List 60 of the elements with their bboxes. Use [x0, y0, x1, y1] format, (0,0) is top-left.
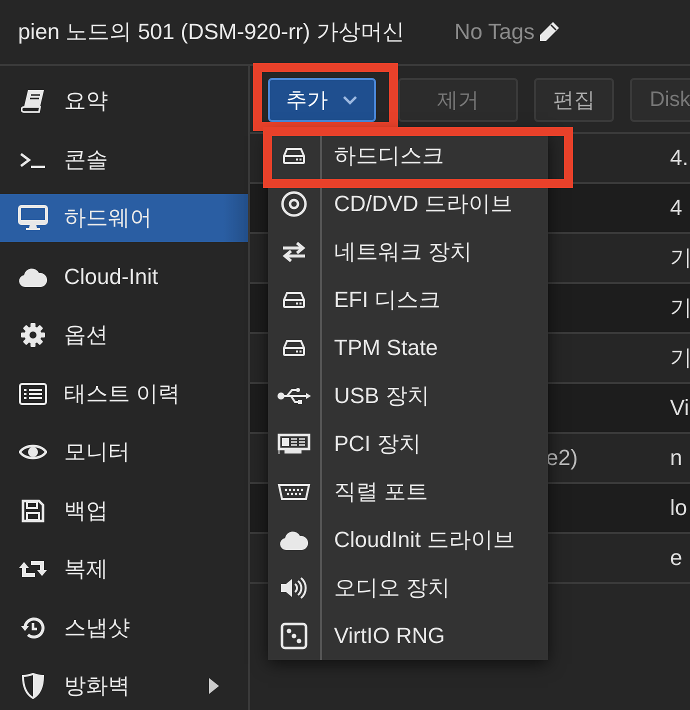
- repeat-arrows-icon: [18, 559, 48, 579]
- usb-icon: [277, 386, 311, 406]
- book-icon: [21, 89, 45, 113]
- table-cell-text: 4.: [669, 145, 690, 171]
- terminal-prompt-icon: [19, 152, 47, 168]
- sidebar-item[interactable]: 방화벽: [0, 662, 248, 710]
- sidebar-item[interactable]: 콘솔: [0, 136, 248, 184]
- hard-disk-icon: [283, 148, 305, 164]
- table-cell-text: 기: [669, 294, 690, 322]
- window-title: pien 노드의 501 (DSM-920-rr) 가상머신: [18, 18, 404, 46]
- table-cell-text: 기: [669, 244, 690, 272]
- shield-icon: [22, 673, 44, 699]
- pencil-icon[interactable]: [538, 21, 560, 43]
- table-cell-text: e: [669, 545, 684, 571]
- sidebar-item[interactable]: 요약: [0, 77, 248, 125]
- menu-item[interactable]: TPM State: [322, 335, 438, 361]
- sidebar-item[interactable]: Cloud-Init: [0, 252, 248, 300]
- menu-item[interactable]: 네트워크 장치: [322, 237, 472, 267]
- menu-item[interactable]: USB 장치: [322, 381, 430, 411]
- gear-icon: [20, 322, 46, 348]
- table-cell-text: n: [669, 445, 684, 471]
- eye-icon: [19, 443, 47, 461]
- table-cell-text: e2): [546, 445, 579, 471]
- sidebar-item[interactable]: 복제: [0, 545, 248, 593]
- speaker-icon: [280, 577, 308, 599]
- menu-item[interactable]: EFI 디스크: [322, 285, 440, 315]
- hard-disk-icon: [283, 292, 305, 308]
- expand-arrow-icon[interactable]: [208, 677, 220, 695]
- sidebar-item[interactable]: 모니터: [0, 428, 248, 476]
- cloud-icon: [279, 530, 309, 550]
- tags-label: No Tags: [454, 19, 535, 45]
- table-cell-text: 4: [669, 195, 684, 221]
- table-cell-text: 기: [669, 344, 690, 372]
- toolbar-button[interactable]: 추가: [268, 78, 376, 122]
- sidebar-item[interactable]: 백업: [0, 486, 248, 534]
- table-cell-text: lo: [669, 495, 688, 521]
- menu-item[interactable]: CD/DVD 드라이브: [322, 189, 512, 219]
- sidebar-item[interactable]: 태스트 이력: [0, 370, 248, 418]
- menu-item[interactable]: 하드디스크: [322, 141, 444, 171]
- expansion-card-icon: [277, 433, 311, 455]
- menu-item[interactable]: 오디오 장치: [322, 573, 450, 603]
- history-icon: [21, 616, 45, 640]
- cloud-icon: [18, 266, 48, 286]
- disc-icon: [281, 191, 307, 217]
- list-icon: [19, 382, 47, 404]
- table-cell-text: Vi: [669, 395, 690, 421]
- sidebar-item[interactable]: 하드웨어: [0, 194, 248, 242]
- exchange-arrows-icon: [281, 242, 307, 262]
- menu-item[interactable]: PCI 장치: [322, 429, 421, 459]
- menu-item[interactable]: VirtIO RNG: [322, 623, 445, 649]
- dice-icon: [280, 622, 308, 650]
- caret-icon: [342, 95, 358, 105]
- serial-port-icon: [277, 483, 311, 501]
- sidebar-item[interactable]: 스냅샷: [0, 604, 248, 652]
- hard-disk-icon: [283, 340, 305, 356]
- toolbar-button[interactable]: 편집: [534, 78, 614, 122]
- monitor-icon: [18, 205, 48, 231]
- sidebar-item[interactable]: 옵션: [0, 311, 248, 359]
- menu-item[interactable]: 직렬 포트: [322, 477, 428, 507]
- menu-item[interactable]: CloudInit 드라이브: [322, 525, 515, 555]
